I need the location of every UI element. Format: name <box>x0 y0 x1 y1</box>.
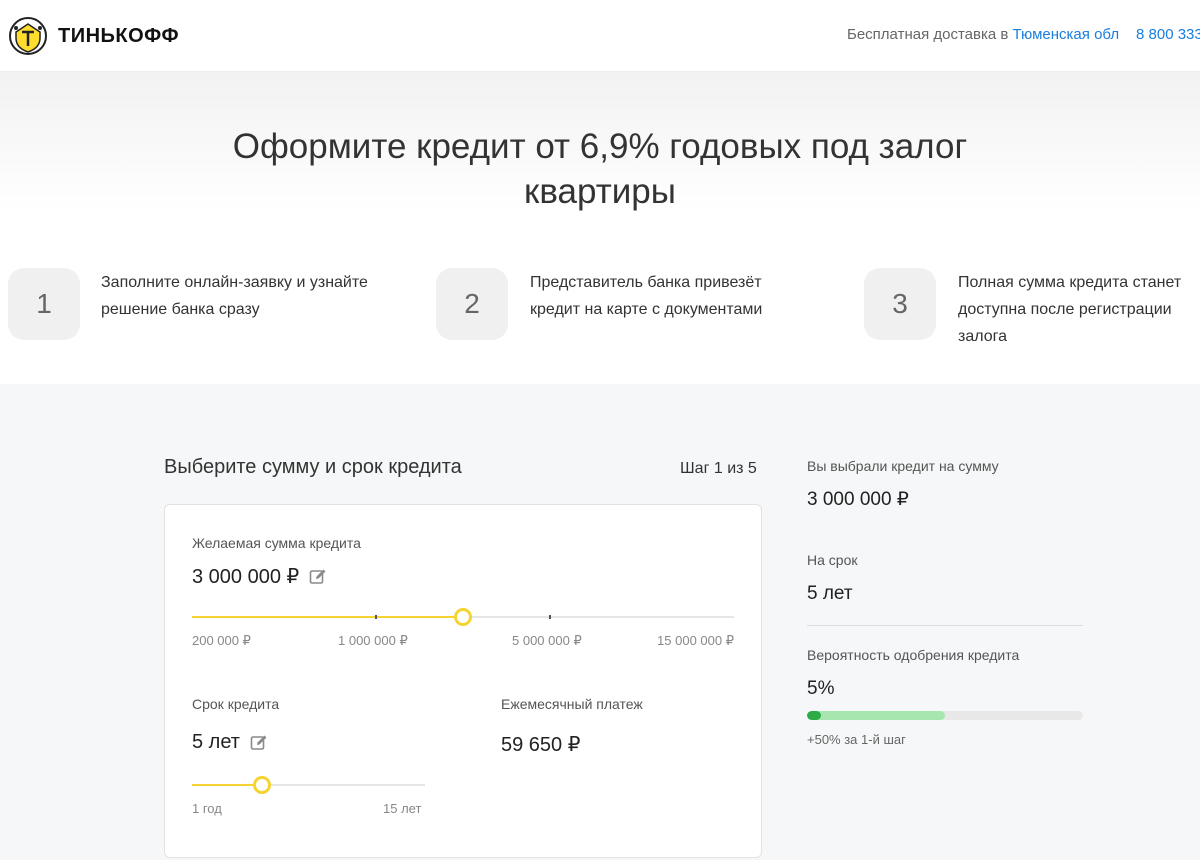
summary-divider <box>807 625 1083 626</box>
step-2-number: 2 <box>436 268 508 340</box>
amount-slider-tick <box>375 615 377 619</box>
term-label: Срок кредита <box>192 696 280 712</box>
term-value: 5 лет <box>192 731 240 753</box>
summary-term-label: На срок <box>807 552 858 568</box>
edit-term-icon[interactable] <box>250 734 268 752</box>
term-slider-fill <box>192 784 262 786</box>
step-1-text: Заполните онлайн-заявку и узнайте решени… <box>101 274 368 318</box>
step-indicator: Шаг 1 из 5 <box>680 460 757 477</box>
approval-probability-value: 5% <box>807 678 835 699</box>
amount-value: 3 000 000 ₽ <box>192 566 300 588</box>
logo-text: ТИНЬКОФФ <box>58 24 180 47</box>
calculator-card: Желаемая сумма кредита 3 000 000 ₽ 200 0… <box>164 504 762 858</box>
amount-tick-label-1: 200 000 ₽ <box>192 633 251 648</box>
term-slider-track[interactable] <box>192 776 425 794</box>
hero-section: Оформите кредит от 6,9% годовых под зало… <box>0 72 1200 384</box>
tinkoff-emblem-icon <box>9 17 47 55</box>
payment-label: Ежемесячный платеж <box>501 696 643 712</box>
amount-label: Желаемая сумма кредита <box>192 535 361 551</box>
approval-probability-label: Вероятность одобрения кредита <box>807 647 1020 663</box>
amount-value-field[interactable]: 3 000 000 ₽ <box>192 564 327 589</box>
step-2-text: Представитель банка привезёт кредит на к… <box>530 274 763 318</box>
approval-progress-fill <box>807 711 821 720</box>
amount-tick-label-2: 1 000 000 ₽ <box>338 633 408 648</box>
page-title: Оформите кредит от 6,9% годовых под зало… <box>232 127 968 211</box>
logo[interactable]: ТИНЬКОФФ <box>8 16 179 56</box>
amount-slider-fill <box>192 616 463 618</box>
site-header: ТИНЬКОФФ Бесплатная доставка в Тюменская… <box>0 0 1200 72</box>
payment-value: 59 650 ₽ <box>501 734 581 756</box>
step-3-number: 3 <box>864 268 936 340</box>
step-3-text: Полная сумма кредита станет доступна пос… <box>958 274 1182 345</box>
approval-progress-bonus <box>807 711 945 720</box>
approval-progress-bar <box>807 711 1083 720</box>
edit-amount-icon[interactable] <box>309 568 327 586</box>
delivery-region-link[interactable]: Тюменская обл <box>1013 26 1120 43</box>
summary-term-value: 5 лет <box>807 583 853 604</box>
approval-bonus-note: +50% за 1-й шаг <box>807 732 906 747</box>
term-max-label: 15 лет <box>383 801 422 816</box>
step-1-number: 1 <box>8 268 80 340</box>
calculator-title: Выберите сумму и срок кредита <box>164 456 462 478</box>
delivery-info: Бесплатная доставка в Тюменская обл <box>847 26 1119 43</box>
phone-link[interactable]: 8 800 333 <box>1136 26 1200 43</box>
amount-slider-thumb[interactable] <box>454 608 472 626</box>
term-min-label: 1 год <box>192 801 222 816</box>
summary-amount-value: 3 000 000 ₽ <box>807 489 909 510</box>
term-slider-thumb[interactable] <box>253 776 271 794</box>
term-value-field[interactable]: 5 лет <box>192 731 268 754</box>
summary-amount-label: Вы выбрали кредит на сумму <box>807 458 999 474</box>
amount-tick-label-4: 15 000 000 ₽ <box>657 633 734 648</box>
amount-slider-tick <box>549 615 551 619</box>
amount-slider-track[interactable] <box>192 608 734 626</box>
delivery-prefix: Бесплатная доставка в <box>847 26 1009 43</box>
amount-tick-label-3: 5 000 000 ₽ <box>512 633 582 648</box>
